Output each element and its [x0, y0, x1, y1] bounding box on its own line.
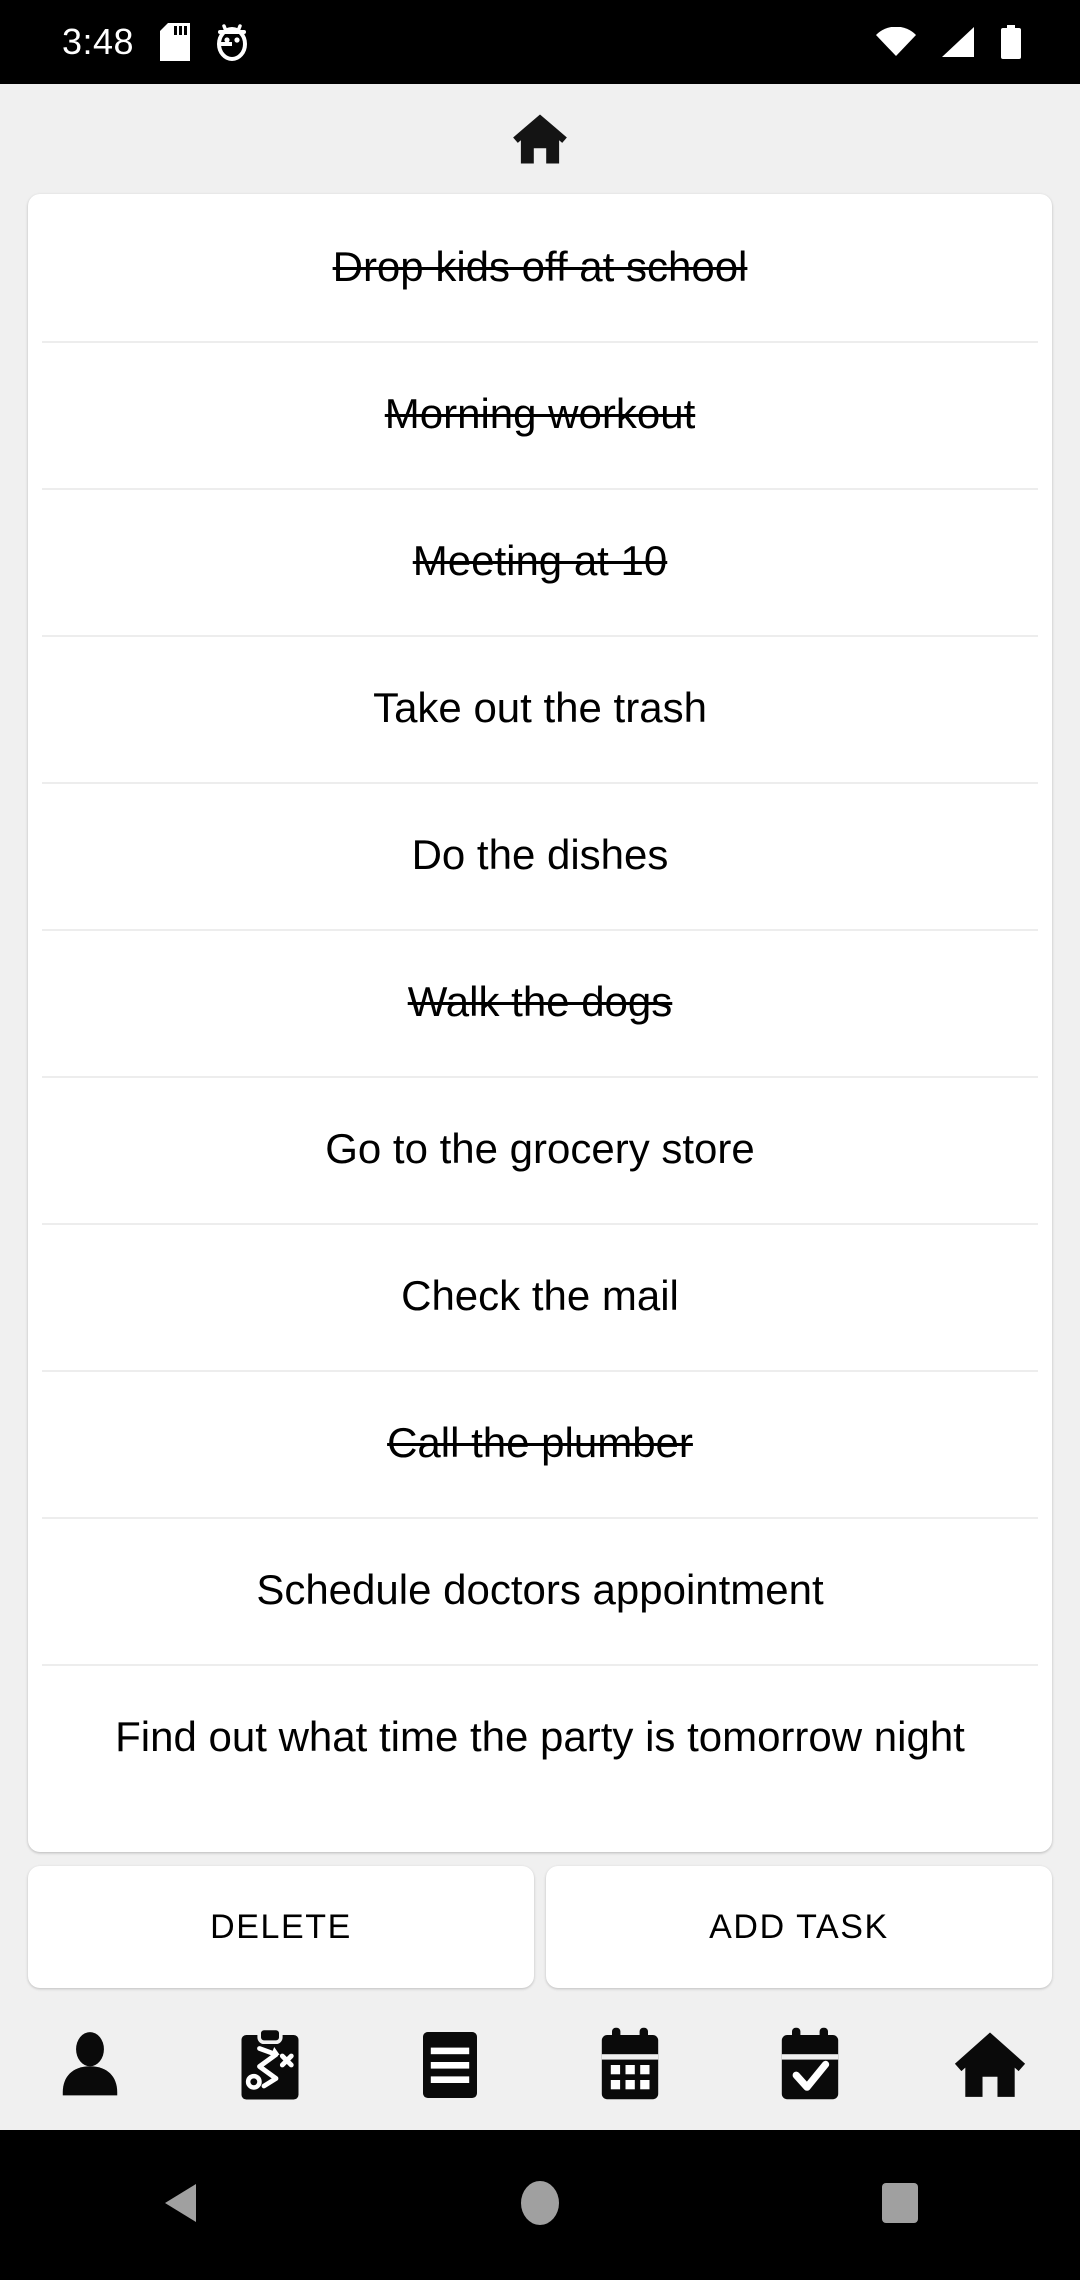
recents-square-icon	[880, 2181, 920, 2230]
nav-item-calendar-check[interactable]	[720, 2000, 900, 2130]
task-row[interactable]: Call the plumber	[28, 1370, 1052, 1517]
task-row[interactable]: Walk the dogs	[28, 929, 1052, 1076]
task-label: Go to the grocery store	[325, 1125, 755, 1173]
home-icon	[951, 2025, 1029, 2105]
delete-button[interactable]: DELETE	[28, 1866, 534, 1988]
task-label: Morning workout	[384, 390, 696, 438]
task-row[interactable]: Take out the trash	[28, 635, 1052, 782]
list-icon	[417, 2025, 483, 2105]
task-label: Schedule doctors appointment	[256, 1566, 824, 1614]
task-row[interactable]: Schedule doctors appointment	[28, 1517, 1052, 1664]
android-system-nav	[0, 2130, 1080, 2280]
status-bar-left: 3:48	[62, 23, 248, 61]
task-row[interactable]: Check the mail	[28, 1223, 1052, 1370]
task-label: Find out what time the party is tomorrow…	[115, 1713, 965, 1761]
system-recents-button[interactable]	[810, 2130, 990, 2280]
phone-screen: 3:48 Drop kids off at school Morning wor…	[0, 0, 1080, 2280]
task-label: Call the plumber	[387, 1419, 693, 1467]
nav-item-calendar[interactable]	[540, 2000, 720, 2130]
status-bar: 3:48	[0, 0, 1080, 84]
task-list-card: Drop kids off at school Morning workout Me…	[28, 194, 1052, 1852]
task-list[interactable]: Drop kids off at school Morning workout Me…	[28, 194, 1052, 1852]
calendar-icon	[594, 2025, 666, 2105]
bottom-navigation-bar	[0, 2000, 1080, 2130]
back-triangle-icon	[163, 2182, 197, 2229]
task-label: Walk the dogs	[407, 978, 673, 1026]
delete-button-label: DELETE	[210, 1907, 352, 1946]
nav-item-person[interactable]	[0, 2000, 180, 2130]
calendar-check-icon	[774, 2025, 846, 2105]
status-bar-clock: 3:48	[62, 21, 135, 62]
home-icon[interactable]	[509, 108, 571, 170]
wifi-icon	[876, 27, 916, 57]
android-debug-icon	[216, 23, 248, 61]
sd-card-icon	[160, 23, 191, 61]
nav-item-home[interactable]	[900, 2000, 1080, 2130]
status-bar-right	[876, 25, 1022, 59]
app-header	[0, 84, 1080, 194]
person-icon	[52, 2025, 128, 2105]
system-home-button[interactable]	[450, 2130, 630, 2280]
add-task-button-label: ADD TASK	[709, 1907, 889, 1946]
clipboard-playbook-icon	[234, 2025, 306, 2105]
system-back-button[interactable]	[90, 2130, 270, 2280]
action-button-row: DELETE ADD TASK	[28, 1866, 1052, 1988]
task-label: Take out the trash	[373, 684, 707, 732]
task-row[interactable]: Go to the grocery store	[28, 1076, 1052, 1223]
home-circle-icon	[519, 2180, 561, 2231]
task-label: Meeting at 10	[412, 537, 668, 585]
task-label: Do the dishes	[411, 831, 669, 879]
task-label: Drop kids off at school	[332, 243, 748, 291]
add-task-button[interactable]: ADD TASK	[546, 1866, 1052, 1988]
task-row[interactable]: Do the dishes	[28, 782, 1052, 929]
task-row[interactable]: Meeting at 10	[28, 488, 1052, 635]
task-row[interactable]: Drop kids off at school	[28, 194, 1052, 341]
nav-item-list[interactable]	[360, 2000, 540, 2130]
task-row[interactable]: Find out what time the party is tomorrow…	[28, 1664, 1052, 1811]
cell-signal-icon	[940, 26, 976, 58]
battery-icon	[1000, 25, 1022, 59]
task-row[interactable]: Morning workout	[28, 341, 1052, 488]
nav-item-playbook[interactable]	[180, 2000, 360, 2130]
task-label: Check the mail	[401, 1272, 679, 1320]
